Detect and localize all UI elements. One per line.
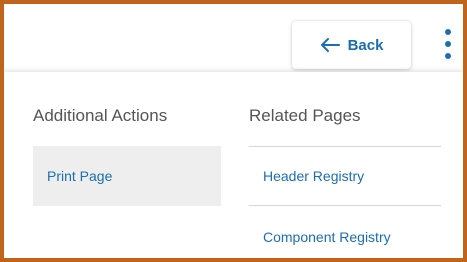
kebab-vertical-icon xyxy=(444,27,452,66)
top-bar: Back xyxy=(4,4,463,72)
more-options-button[interactable] xyxy=(433,24,463,68)
related-pages-heading: Related Pages xyxy=(249,106,361,125)
arrow-left-icon xyxy=(320,37,340,53)
dropdown-menu: Additional Actions Print Page Related Pa… xyxy=(4,72,463,258)
additional-actions-heading: Additional Actions xyxy=(33,106,168,125)
back-button-label: Back xyxy=(347,36,384,54)
menu-item-component-registry[interactable]: Component Registry xyxy=(249,207,441,258)
screenshot-frame: Back Additional Actions Print Page Relat… xyxy=(0,0,467,262)
back-button[interactable]: Back xyxy=(292,21,411,69)
menu-item-print-page[interactable]: Print Page xyxy=(33,146,221,206)
menu-item-header-registry[interactable]: Header Registry xyxy=(249,146,441,206)
